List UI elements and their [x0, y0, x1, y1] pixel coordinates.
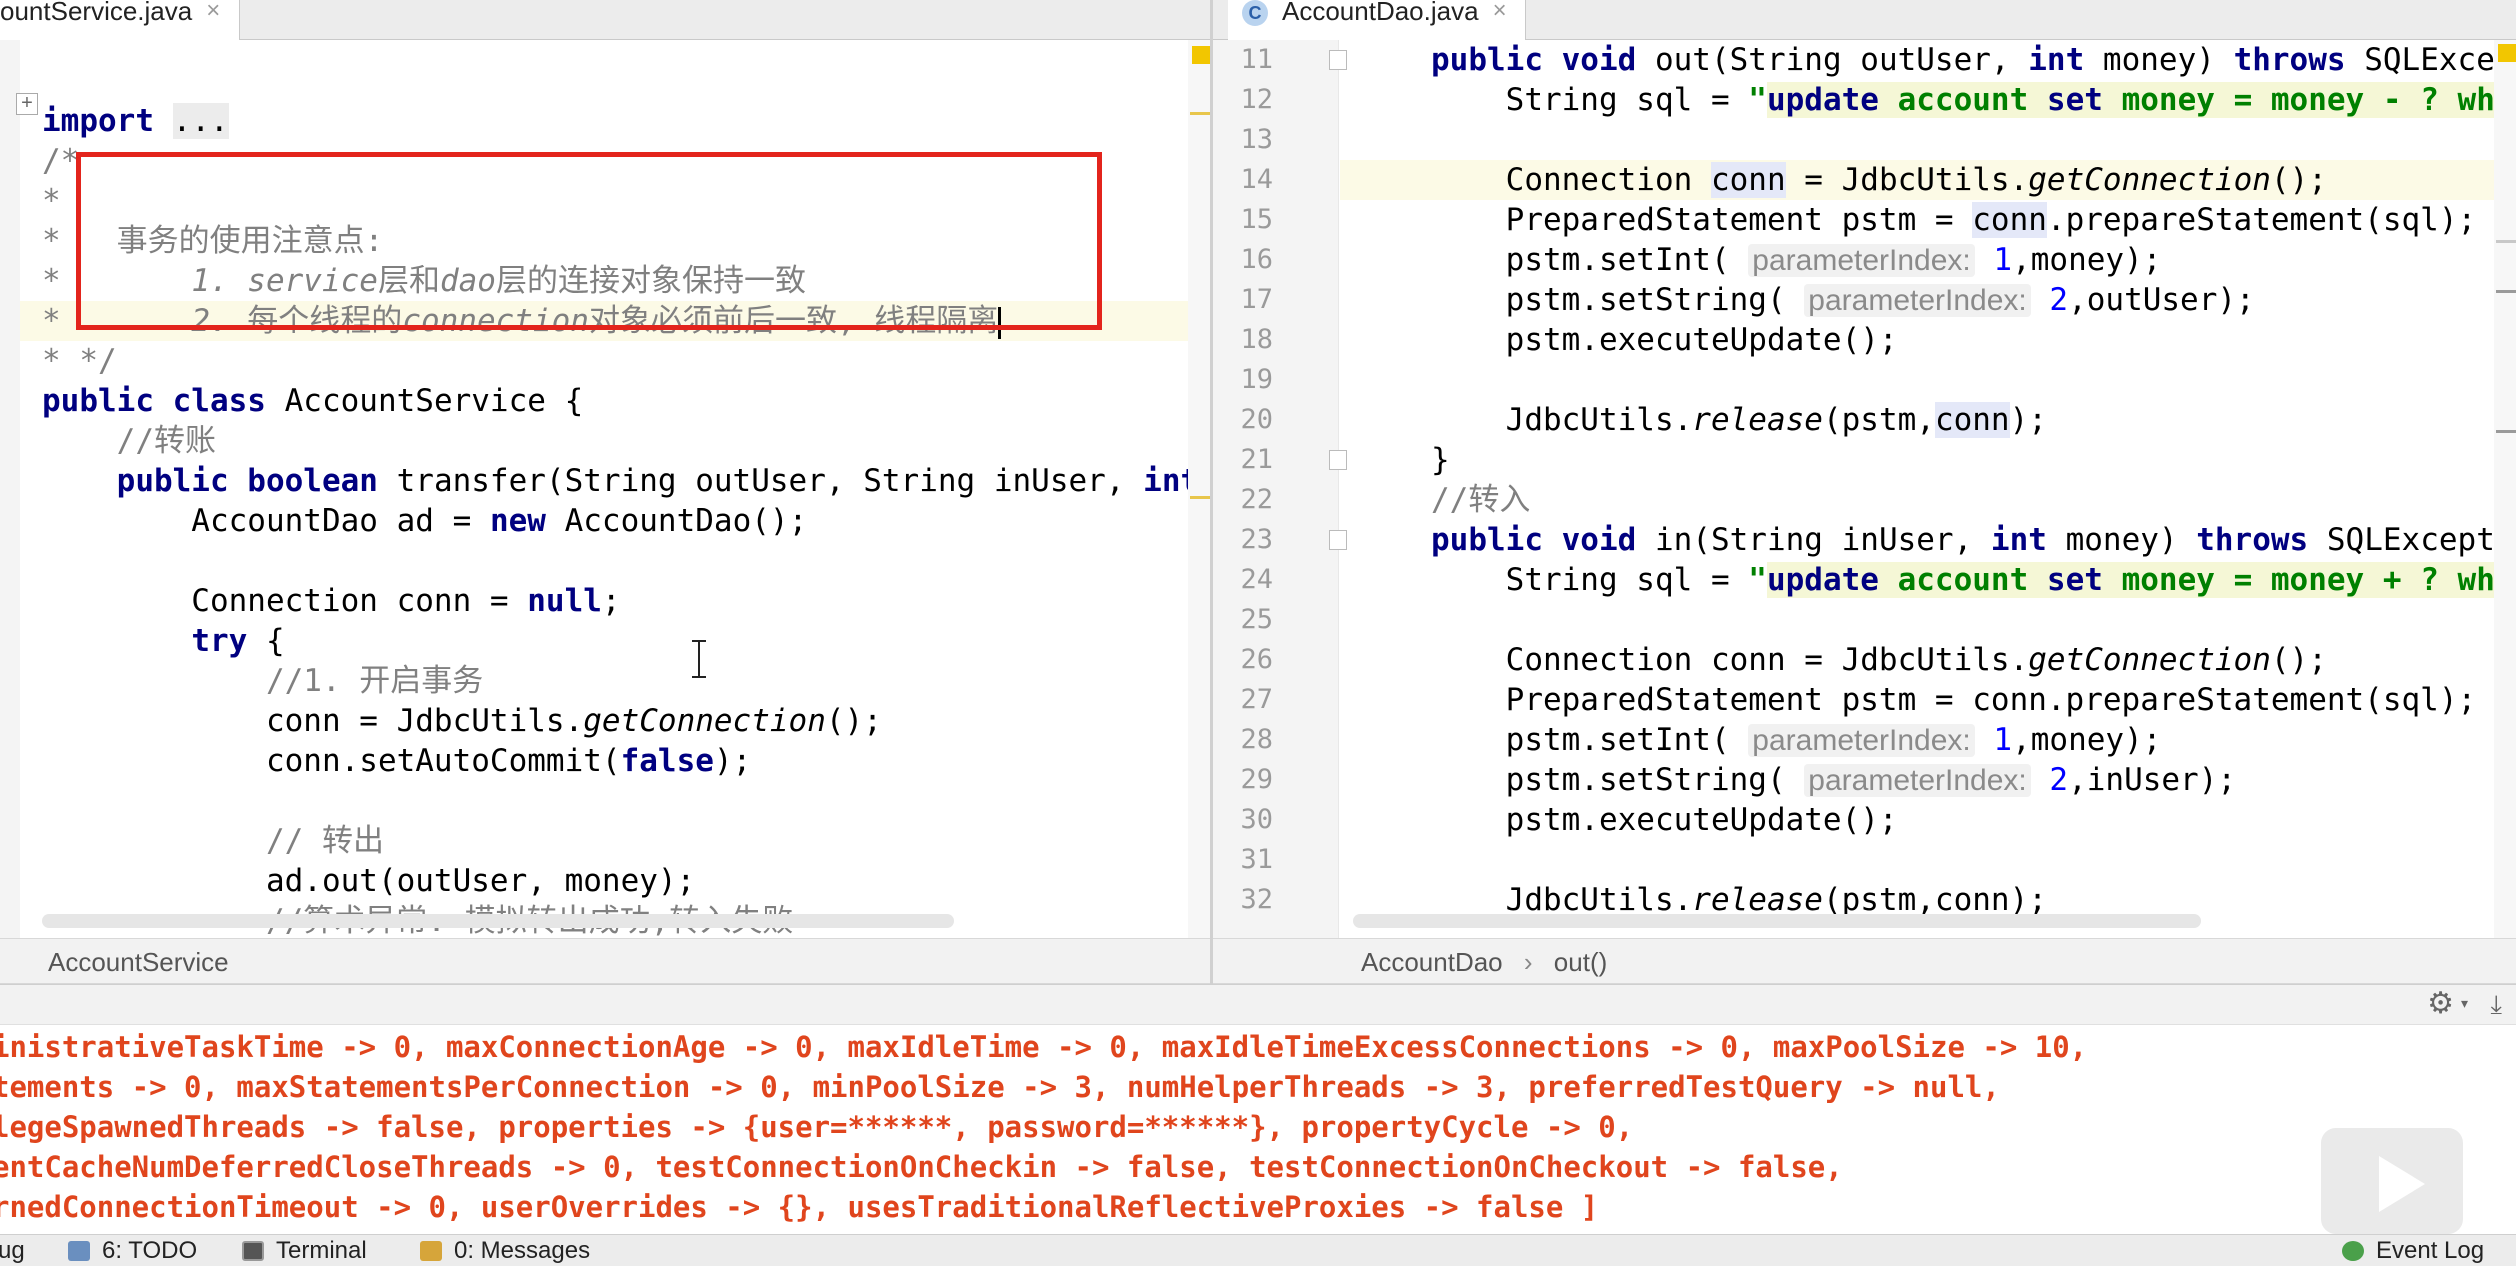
breadcrumb-item[interactable]: out() [1554, 947, 1607, 977]
close-icon[interactable]: × [1493, 0, 1507, 23]
right-code: public void out(String outUser, int mone… [1431, 42, 2495, 918]
terminal-tool-button[interactable]: Terminal [242, 1235, 367, 1266]
console-line: rnedConnectionTimeout -> 0, userOverride… [0, 1190, 1599, 1224]
terminal-icon [242, 1241, 264, 1261]
play-icon[interactable] [2318, 1125, 2466, 1237]
todo-tool-button[interactable]: 6: TODO [68, 1235, 197, 1266]
tab-label: AccountDao.java [1282, 0, 1479, 26]
annotation-box [76, 152, 1102, 330]
close-icon[interactable]: × [206, 0, 220, 23]
todo-icon [68, 1241, 90, 1261]
event-log-button[interactable]: Event Log [2342, 1235, 2484, 1266]
status-bar: ug 6: TODO Terminal 0: Messages Event Lo… [0, 1234, 2516, 1266]
tab-label: ountService.java [0, 0, 193, 26]
breadcrumb-item[interactable]: AccountDao [1361, 947, 1503, 977]
right-editor[interactable]: 11 12 13 14 15 16 17 18 19 20 21 22 23 2… [1213, 40, 2516, 938]
debug-tool-button[interactable]: ug [0, 1235, 25, 1266]
mouse-ibeam-cursor [692, 640, 706, 678]
tab-account-service[interactable]: ountService.java × [0, 0, 240, 40]
breadcrumb-item[interactable]: AccountService [48, 947, 229, 977]
chevron-down-icon[interactable]: ▾ [2461, 995, 2468, 1012]
download-icon[interactable]: ⤓ [2491, 989, 2503, 1021]
breadcrumb-separator: › [1523, 947, 1533, 977]
left-tab-bar: ountService.java × [0, 0, 1210, 40]
right-tab-bar: C AccountDao.java × [1212, 0, 2516, 40]
console-line: entCacheNumDeferredCloseThreads -> 0, te… [0, 1150, 1843, 1184]
console-panel[interactable]: ⚙ ▾ ⤓ inistrativeTaskTime -> 0, maxConne… [0, 984, 2516, 1237]
console-line: inistrativeTaskTime -> 0, maxConnectionA… [0, 1030, 2088, 1064]
horizontal-scrollbar[interactable] [1353, 914, 2201, 928]
error-stripe[interactable] [1188, 40, 1210, 938]
class-icon: C [1242, 0, 1268, 26]
gear-icon[interactable]: ⚙ [2427, 989, 2454, 1019]
tab-account-dao[interactable]: C AccountDao.java × [1228, 0, 1526, 40]
error-stripe[interactable] [2494, 40, 2516, 938]
horizontal-scrollbar[interactable] [42, 914, 954, 928]
console-line: legeSpawnedThreads -> false, properties … [0, 1110, 1634, 1144]
left-breadcrumb: AccountService [0, 938, 1210, 984]
messages-icon [420, 1241, 442, 1261]
event-log-icon [2342, 1241, 2364, 1261]
messages-tool-button[interactable]: 0: Messages [420, 1235, 590, 1266]
right-breadcrumb: AccountDao › out() [1213, 938, 2516, 984]
console-line: tements -> 0, maxStatementsPerConnection… [0, 1070, 2000, 1104]
left-editor[interactable]: + import ... /* * * 事务的使用注意点: * 1. servi… [0, 40, 1210, 938]
console-toolbar: ⚙ ▾ ⤓ [0, 985, 2516, 1025]
